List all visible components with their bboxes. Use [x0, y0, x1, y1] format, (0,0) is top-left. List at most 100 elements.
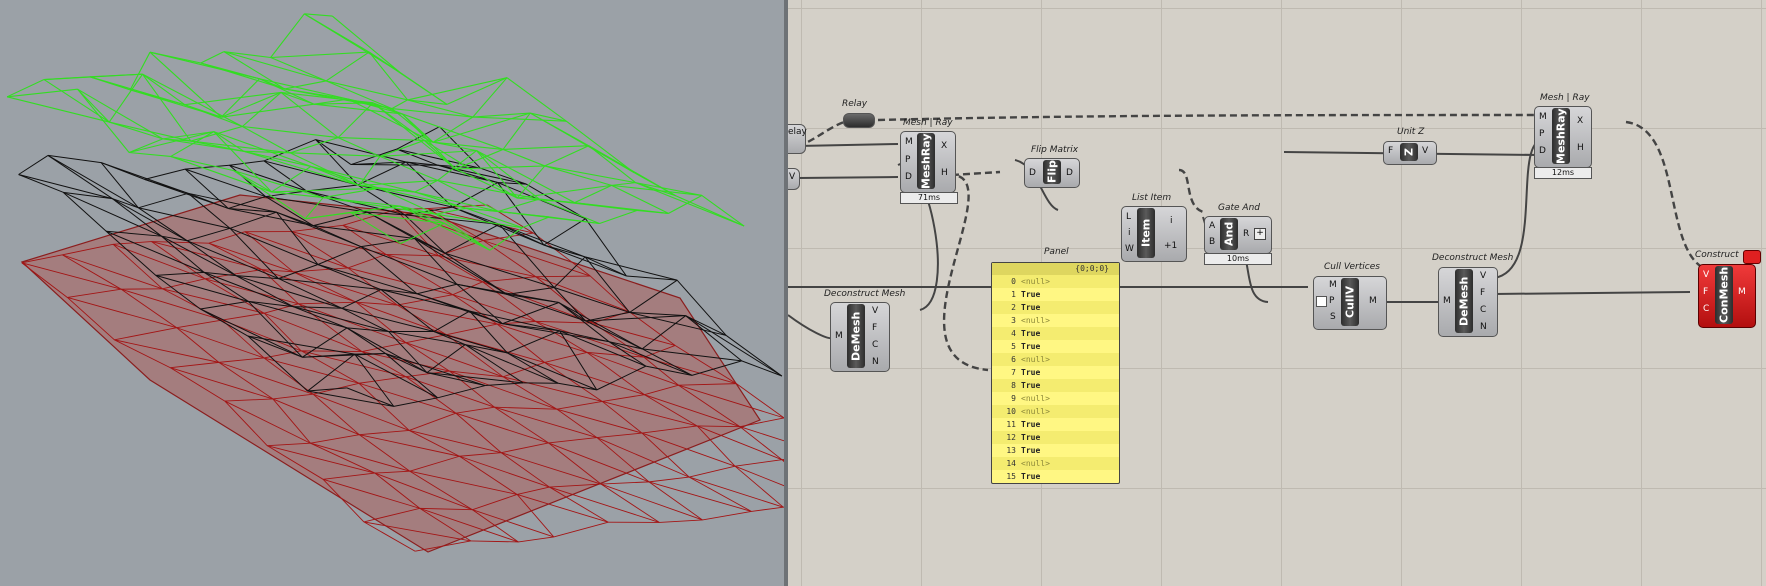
output-panel[interactable]: {0;0;0} 0 <null> 1 True 2 True 3 <null> 4 True 5 Tr… — [991, 262, 1120, 484]
output-h[interactable]: H — [941, 168, 948, 178]
relay-node[interactable] — [843, 113, 875, 128]
panel-row-value: <null> — [1021, 316, 1050, 325]
input-p[interactable]: P — [905, 155, 910, 165]
input-m[interactable]: M — [1443, 296, 1451, 306]
wire — [943, 173, 989, 372]
panel-row-value: True — [1021, 420, 1041, 429]
panel-row-index: 5 — [1011, 342, 1016, 351]
panel-row: 2 True — [992, 301, 1119, 314]
input-a[interactable]: A — [1209, 221, 1215, 231]
input-m[interactable]: M — [1539, 112, 1547, 122]
output-x[interactable]: X — [941, 141, 947, 151]
panel-row-index: 4 — [1011, 329, 1016, 338]
output-v[interactable]: V — [1480, 271, 1486, 281]
panel-row-value: True — [1021, 472, 1041, 481]
output-v[interactable]: V — [872, 306, 878, 316]
output-v[interactable]: V — [1422, 146, 1428, 156]
wire — [1493, 291, 1691, 295]
panel-list: 0 <null> 1 True 2 True 3 <null> 4 True 5 True 6 <null… — [992, 275, 1119, 483]
input-v[interactable]: V — [1703, 270, 1709, 280]
input-c[interactable]: C — [1703, 304, 1709, 314]
panel-row: 15 True — [992, 470, 1119, 483]
relay-cut-label: elay — [788, 127, 807, 137]
input-p[interactable]: P — [1539, 129, 1544, 139]
meshray-title: Mesh | Ray — [903, 118, 953, 128]
slider-cut-label: V — [789, 172, 796, 182]
listitem-core: Item — [1137, 208, 1155, 258]
output-m[interactable]: M — [1738, 287, 1746, 297]
panel-row-index: 3 — [1011, 316, 1016, 325]
input-d[interactable]: D — [1539, 146, 1546, 156]
flip-title: Flip Matrix — [1031, 145, 1079, 155]
panel-row-value: <null> — [1021, 407, 1050, 416]
wires-layer — [788, 113, 1719, 372]
input-p[interactable]: P — [1329, 296, 1334, 306]
output-h[interactable]: H — [1577, 143, 1584, 153]
output-d[interactable]: D — [1066, 168, 1073, 178]
demesh-title: Deconstruct Mesh — [1432, 253, 1514, 263]
panel-row-index: 14 — [1006, 459, 1016, 468]
output-i[interactable]: i — [1170, 216, 1173, 226]
panel-title: Panel — [1044, 247, 1069, 257]
panel-row-value: True — [1021, 446, 1041, 455]
panel-row: 6 <null> — [992, 353, 1119, 366]
panel-row-value: True — [1021, 329, 1041, 338]
input-d[interactable]: D — [1029, 168, 1036, 178]
output-next[interactable]: +1 — [1164, 241, 1177, 251]
input-m[interactable]: M — [835, 331, 843, 341]
meshray-core: MeshRay — [917, 133, 935, 189]
panel-row-index: 6 — [1011, 355, 1016, 364]
output-x[interactable]: X — [1577, 116, 1583, 126]
output-r[interactable]: R — [1243, 229, 1249, 239]
cullv-core: CullV — [1341, 278, 1359, 326]
input-i[interactable]: i — [1128, 228, 1131, 238]
wire — [788, 314, 834, 340]
panel-row: 8 True — [992, 379, 1119, 392]
panel-row-value: <null> — [1021, 459, 1050, 468]
unitz-core: Z — [1400, 143, 1418, 161]
input-b[interactable]: B — [1209, 237, 1215, 247]
gateand-title: Gate And — [1218, 203, 1260, 213]
panel-row-index: 9 — [1011, 394, 1016, 403]
output-c[interactable]: C — [1480, 305, 1486, 315]
unitz-title: Unit Z — [1397, 127, 1425, 137]
panel-row: 10 <null> — [992, 405, 1119, 418]
rhino-viewport[interactable] — [0, 0, 786, 586]
input-w[interactable]: W — [1125, 244, 1134, 254]
meshray-title: Mesh | Ray — [1540, 93, 1590, 103]
demesh-title: Deconstruct Mesh — [824, 289, 906, 299]
input-l[interactable]: L — [1126, 212, 1131, 222]
input-d[interactable]: D — [905, 172, 912, 182]
output-n[interactable]: N — [1480, 322, 1487, 332]
panel-row-index: 7 — [1011, 368, 1016, 377]
construct-title: Construct — [1695, 250, 1739, 260]
input-s[interactable]: S — [1330, 312, 1336, 322]
graft-icon — [1316, 296, 1327, 307]
wire — [877, 113, 1547, 122]
output-c[interactable]: C — [872, 340, 878, 350]
panel-row: 1 True — [992, 288, 1119, 301]
panel-row: 9 <null> — [992, 392, 1119, 405]
grasshopper-canvas[interactable]: Relay elay V Mesh | Ray MeshRay M P D X … — [788, 0, 1766, 586]
panel-row-value: True — [1021, 368, 1041, 377]
input-m[interactable]: M — [905, 137, 913, 147]
cullv-title: Cull Vertices — [1324, 262, 1380, 272]
error-balloon-icon[interactable] — [1743, 250, 1761, 264]
output-n[interactable]: N — [872, 357, 879, 367]
panel-row-value: <null> — [1021, 277, 1050, 286]
input-f[interactable]: F — [1388, 146, 1393, 156]
panel-row-index: 2 — [1011, 303, 1016, 312]
output-f[interactable]: F — [1480, 288, 1485, 298]
add-input-icon[interactable]: + — [1254, 228, 1266, 240]
wire — [951, 170, 1001, 177]
output-f[interactable]: F — [872, 323, 877, 333]
input-f[interactable]: F — [1703, 287, 1708, 297]
wire — [797, 176, 899, 179]
output-m[interactable]: M — [1369, 296, 1377, 306]
input-m[interactable]: M — [1329, 280, 1337, 290]
panel-row: 0 <null> — [992, 275, 1119, 288]
flip-core: Flip — [1043, 160, 1061, 184]
panel-row-value: <null> — [1021, 355, 1050, 364]
panel-row-value: True — [1021, 381, 1041, 390]
panel-row-index: 13 — [1006, 446, 1016, 455]
